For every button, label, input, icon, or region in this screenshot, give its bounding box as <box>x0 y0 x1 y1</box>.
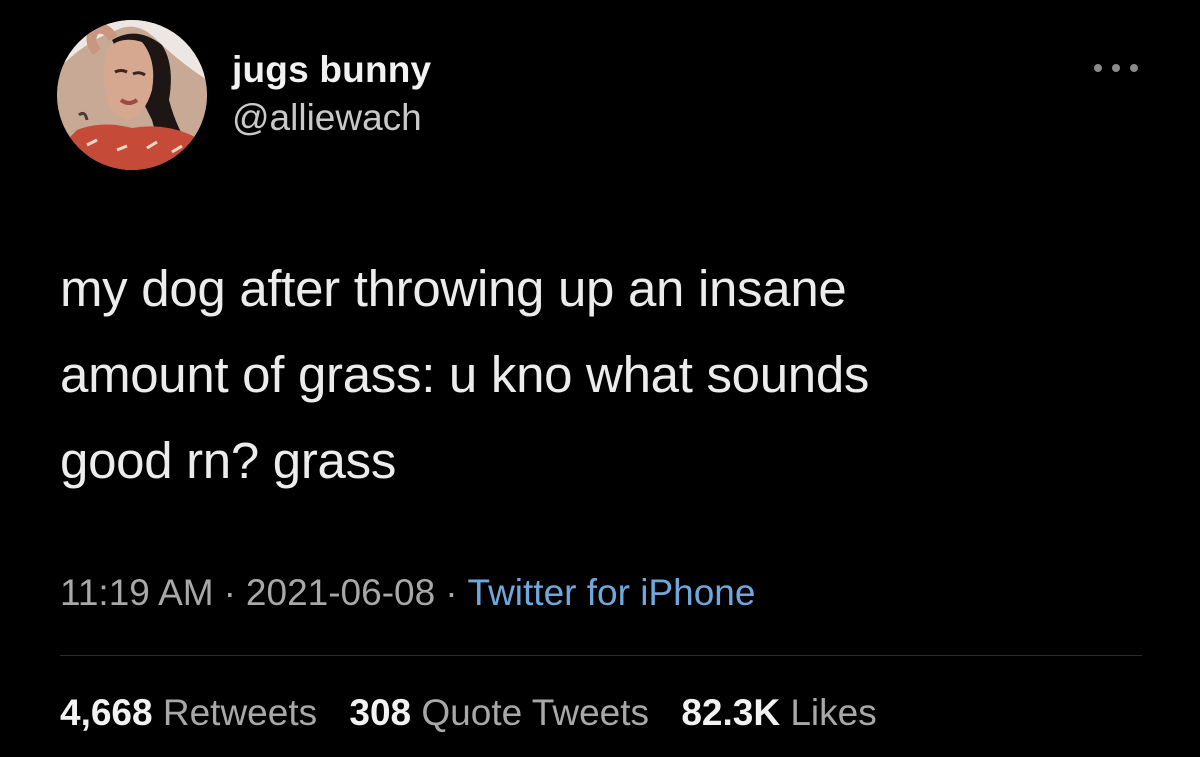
retweets-count: 4,668 <box>60 692 153 733</box>
avatar[interactable] <box>57 20 207 170</box>
divider <box>60 655 1142 656</box>
dot <box>1112 64 1120 72</box>
user-handle[interactable]: @alliewach <box>232 96 431 140</box>
quote-tweets-label: Quote Tweets <box>421 692 650 733</box>
tweet-meta: 11:19 AM · 2021-06-08 · Twitter for iPhone <box>60 570 755 616</box>
likes-count: 82.3K <box>681 692 781 733</box>
tweet-text-line: amount of grass: u kno what sounds <box>60 346 870 403</box>
tweet-source-link[interactable]: Twitter for iPhone <box>468 572 756 613</box>
display-name[interactable]: jugs bunny <box>232 48 431 92</box>
more-dots-icon[interactable] <box>1094 60 1138 76</box>
tweet-text-line: my dog after throwing up an insane <box>60 260 847 317</box>
tweet-card: jugs bunny @alliewach my dog after throw… <box>0 0 1200 757</box>
retweets-stat[interactable]: 4,668 Retweets <box>60 692 317 733</box>
profile-photo-icon <box>57 20 207 170</box>
meta-separator: · <box>445 572 458 613</box>
quote-tweets-count: 308 <box>349 692 412 733</box>
likes-stat[interactable]: 82.3K Likes <box>681 692 876 733</box>
tweet-time[interactable]: 11:19 AM <box>60 572 214 613</box>
meta-separator: · <box>223 572 236 613</box>
retweets-label: Retweets <box>162 692 318 733</box>
author-block: jugs bunny @alliewach <box>232 48 431 140</box>
dot <box>1130 64 1138 72</box>
tweet-text: my dog after throwing up an insane amoun… <box>60 246 1120 504</box>
quote-tweets-stat[interactable]: 308 Quote Tweets <box>349 692 649 733</box>
tweet-date[interactable]: 2021-06-08 <box>246 572 435 613</box>
dot <box>1094 64 1102 72</box>
engagement-stats: 4,668 Retweets 308 Quote Tweets 82.3K Li… <box>60 690 877 736</box>
tweet-text-line: good rn? grass <box>60 432 397 489</box>
likes-label: Likes <box>790 692 877 733</box>
